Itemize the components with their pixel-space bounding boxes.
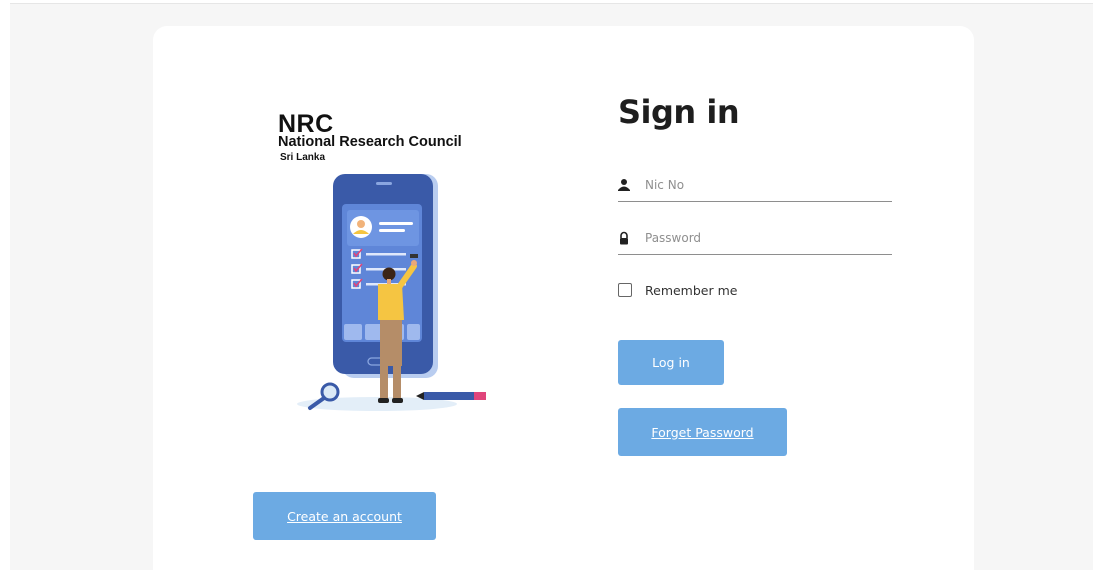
phone-checklist-illustration [297, 174, 486, 411]
logo-country: Sri Lanka [280, 152, 326, 163]
nic-input[interactable] [645, 173, 885, 197]
lock-icon [620, 231, 628, 245]
password-input[interactable] [645, 226, 885, 250]
remember-me-checkbox[interactable] [618, 283, 632, 297]
create-account-button[interactable]: Create an account [253, 492, 436, 540]
signin-title: Sign in [618, 93, 740, 131]
nic-field [618, 173, 892, 202]
password-field [618, 226, 892, 255]
login-button[interactable]: Log in [618, 340, 724, 385]
user-icon [618, 179, 630, 191]
logo-organization-name: National Research Council [278, 134, 462, 150]
nrc-logo: NRC National Research Council Sri Lanka [278, 112, 518, 168]
forgot-password-button[interactable]: Forget Password [618, 408, 787, 456]
remember-me-label: Remember me [645, 283, 738, 298]
